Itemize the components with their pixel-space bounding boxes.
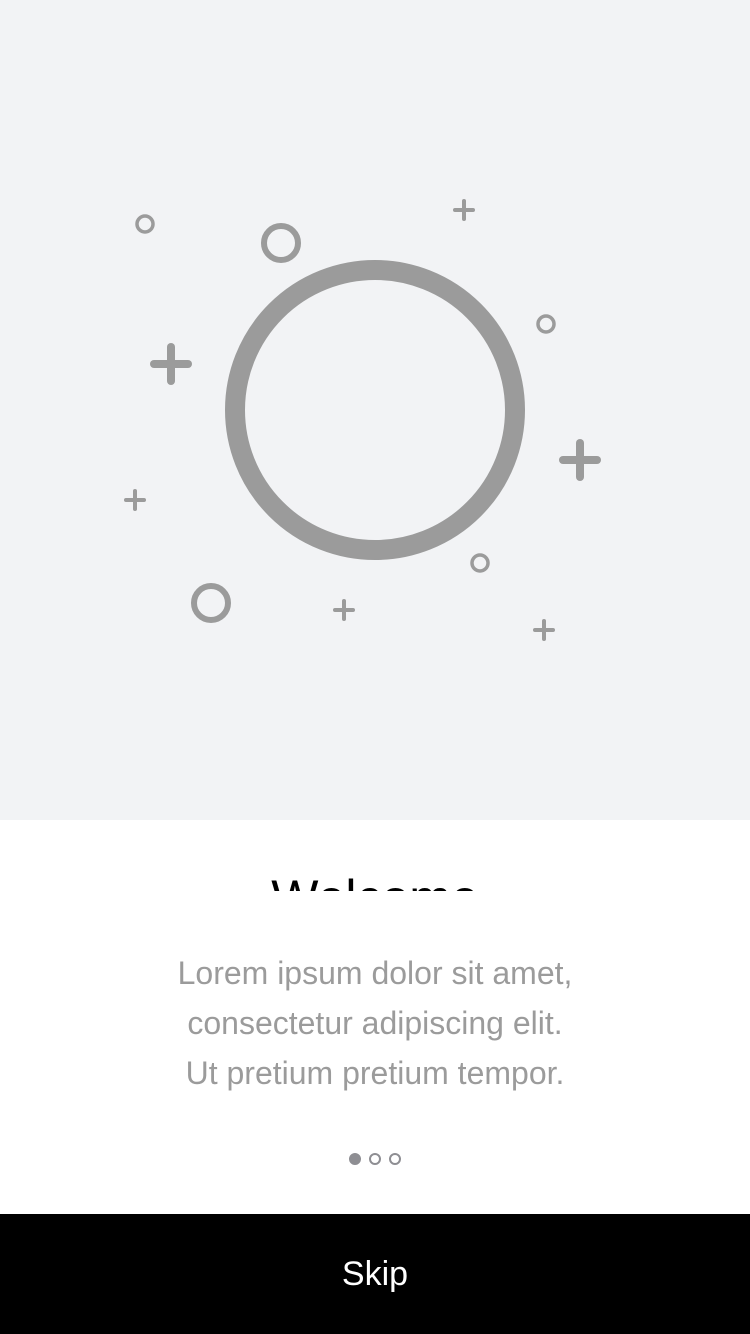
small-plus-icon <box>124 489 146 511</box>
small-ring-icon <box>470 553 490 573</box>
title-container: Welcome <box>0 868 750 891</box>
small-plus-icon <box>533 619 555 641</box>
medium-ring-icon <box>261 223 301 263</box>
description-line: Ut pretium pretium tempor. <box>185 1055 565 1091</box>
description-line: Lorem ipsum dolor sit amet, <box>177 955 573 991</box>
small-ring-icon <box>135 214 155 234</box>
page-indicator <box>0 1153 750 1165</box>
skip-button-label: Skip <box>341 1254 409 1293</box>
page-dot-3[interactable] <box>389 1153 401 1165</box>
medium-ring-icon <box>191 583 231 623</box>
circle-with-sparkles-illustration <box>124 199 601 641</box>
small-plus-icon <box>333 599 355 621</box>
skip-button[interactable]: Skip <box>0 1214 750 1334</box>
small-plus-icon <box>453 199 475 221</box>
page-dot-2[interactable] <box>369 1153 381 1165</box>
page-title: Welcome <box>0 868 750 891</box>
hero-illustration-area <box>0 0 750 820</box>
page-dot-1[interactable] <box>349 1153 361 1165</box>
large-plus-icon <box>559 439 601 481</box>
large-ring-icon <box>225 260 525 560</box>
description-line: consectetur adipiscing elit. <box>187 1005 563 1041</box>
small-ring-icon <box>536 314 556 334</box>
onboarding-content: Welcome Lorem ipsum dolor sit amet, cons… <box>0 820 750 1214</box>
description-text: Lorem ipsum dolor sit amet, consectetur … <box>0 948 750 1098</box>
large-plus-icon <box>150 343 192 385</box>
